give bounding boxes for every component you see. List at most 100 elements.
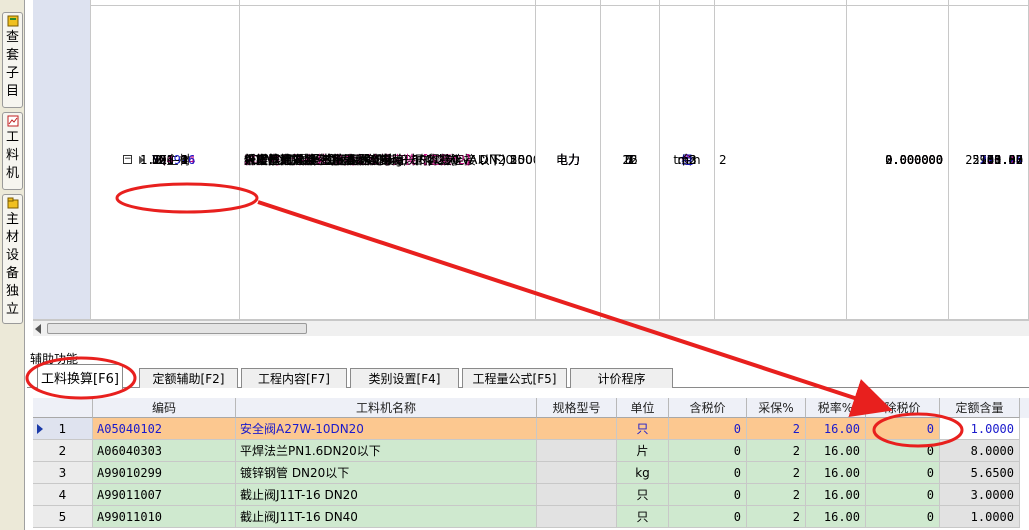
rownum[interactable]: 4 (33, 484, 93, 506)
tax-rate-cell[interactable]: 16.00 (806, 506, 866, 528)
ex-tax-price-cell[interactable]: 0 (866, 440, 940, 462)
name-cell[interactable]: 平焊法兰PN1.6DN20以下 (236, 440, 537, 462)
fee-cell[interactable] (536, 0, 601, 320)
quota-qty-cell[interactable]: 8.0000 (940, 440, 1020, 462)
quota-qty-cell[interactable]: 1.0000 (940, 418, 1020, 440)
rownum[interactable]: 1 (33, 418, 93, 440)
tax-rate-cell[interactable]: 16.00 (806, 418, 866, 440)
name-cell[interactable]: 安全阀A27W-10DN20 (236, 418, 537, 440)
tab-work-content[interactable]: 工程内容[F7] (241, 368, 347, 388)
spec-cell[interactable] (537, 462, 617, 484)
unit-cell[interactable]: 只 (617, 506, 669, 528)
rownum-text: 1 (58, 421, 67, 436)
quota-qty-cell[interactable]: 3.0000 (940, 484, 1020, 506)
folder-icon (7, 197, 19, 209)
chart-icon (7, 115, 19, 127)
name-cell[interactable]: 截止阀J11T-16 DN40 (236, 506, 537, 528)
header-code[interactable]: 编码 (93, 398, 236, 418)
header-tax-rate[interactable]: 税率% (806, 398, 866, 418)
tax-price-cell[interactable]: 0 (669, 506, 747, 528)
tab-label: 定额辅助[F2] (152, 372, 225, 386)
code-cell[interactable]: −1.3 (91, 0, 240, 320)
tab-label: 计价程序 (597, 372, 646, 386)
side-tab-strip: 查套子目 工料机 主材设备独立 (0, 0, 25, 530)
count-cell[interactable]: 1 (601, 0, 660, 320)
tax-rate-cell[interactable]: 16.00 (806, 462, 866, 484)
tax-price-cell[interactable]: 0 (669, 484, 747, 506)
tax-price-cell[interactable]: 0 (669, 462, 747, 484)
rownum[interactable]: 5 (33, 506, 93, 528)
name-cell[interactable]: 镀锌钢管 DN20以下 (236, 462, 537, 484)
table-row[interactable]: 4 A99011007 截止阀J11T-16 DN20 只 0 2 16.00 0 3.0000 (33, 484, 1029, 506)
horizontal-scrollbar[interactable] (33, 320, 1029, 336)
tab-quantity-formula[interactable]: 工程量公式[F5] (462, 368, 567, 388)
header-rownum (33, 398, 93, 418)
purchase-pct-cell[interactable]: 2 (747, 462, 806, 484)
name-cell[interactable]: 采暖、通风及空调 (240, 0, 536, 320)
purchase-pct-cell[interactable]: 2 (747, 484, 806, 506)
purchase-pct-cell[interactable]: 2 (747, 440, 806, 462)
qty-cell[interactable]: 0.000000 (847, 0, 949, 320)
side-tab-main-equipment[interactable]: 主材设备独立 (2, 194, 23, 324)
code-cell[interactable]: A06040303 (93, 440, 236, 462)
code-cell[interactable]: A99011010 (93, 506, 236, 528)
spec-cell[interactable] (537, 506, 617, 528)
tab-quota-assist[interactable]: 定额辅助[F2] (139, 368, 238, 388)
header-spec[interactable]: 规格型号 (537, 398, 617, 418)
ex-tax-price-cell[interactable]: 0 (866, 484, 940, 506)
header-tax-price[interactable]: 含税价 (669, 398, 747, 418)
spec-cell[interactable] (537, 440, 617, 462)
table-row[interactable]: 1 A05040102 安全阀A27W-10DN20 只 0 2 16.00 0 1.0000 (33, 418, 1029, 440)
spec-cell[interactable] (537, 418, 617, 440)
header-name[interactable]: 工料机名称 (236, 398, 537, 418)
book-icon (7, 15, 19, 27)
header-unit[interactable]: 单位 (617, 398, 669, 418)
spec-cell[interactable] (537, 484, 617, 506)
tab-labor-material-conversion[interactable]: 工料换算[F6] (37, 364, 123, 389)
scroll-left-icon[interactable] (35, 324, 41, 334)
header-purchase-pct[interactable]: 采保% (747, 398, 806, 418)
unit-cell[interactable] (660, 0, 715, 320)
unit-cell[interactable]: kg (617, 462, 669, 484)
code-cell[interactable]: A99010299 (93, 462, 236, 484)
rownum[interactable] (33, 0, 91, 320)
side-tab-labor-materials[interactable]: 工料机 (2, 112, 23, 190)
ex-tax-price-cell[interactable]: 0 (866, 418, 940, 440)
current-row-marker-icon (37, 423, 43, 434)
header-quota-qty[interactable]: 定额含量 (940, 398, 1020, 418)
side-tab-search-items[interactable]: 查套子目 (2, 12, 23, 108)
rownum[interactable]: 3 (33, 462, 93, 484)
tab-category-settings[interactable]: 类别设置[F4] (350, 368, 459, 388)
purchase-pct-cell[interactable]: 2 (747, 418, 806, 440)
header-ex-tax-price[interactable]: 除税价 (866, 398, 940, 418)
name-cell[interactable]: 截止阀J11T-16 DN20 (236, 484, 537, 506)
unit-cell[interactable]: 只 (617, 484, 669, 506)
tab-label: 类别设置[F4] (368, 372, 441, 386)
table-row[interactable] (33, 302, 1029, 320)
code-cell[interactable]: A99011007 (93, 484, 236, 506)
scrollbar-thumb[interactable] (47, 323, 307, 334)
tax-rate-cell[interactable]: 16.00 (806, 440, 866, 462)
tax-price-cell[interactable]: 0 (669, 440, 747, 462)
table-row[interactable]: 3 A99010299 镀锌钢管 DN20以下 kg 0 2 16.00 0 5.6500 (33, 462, 1029, 484)
purchase-pct-cell[interactable]: 2 (747, 506, 806, 528)
rownum[interactable]: 2 (33, 440, 93, 462)
table-row[interactable]: 5 A99011010 截止阀J11T-16 DN40 只 0 2 16.00 0 1.0000 (33, 506, 1029, 528)
price-cell[interactable]: 0.00 (949, 0, 1029, 320)
ex-tax-price-cell[interactable]: 0 (866, 462, 940, 484)
labor-material-table: 编码 工料机名称 规格型号 单位 含税价 采保% 税率% 除税价 定额含量 1 A… (33, 398, 1029, 530)
quota-qty-cell[interactable]: 1.0000 (940, 506, 1020, 528)
quota-qty-cell[interactable]: 5.6500 (940, 462, 1020, 484)
tab-pricing-program[interactable]: 计价程序 (570, 368, 673, 388)
code-cell[interactable]: A05040102 (93, 418, 236, 440)
ex-tax-price-cell[interactable]: 0 (866, 506, 940, 528)
qty-expr-cell[interactable] (715, 0, 847, 320)
tax-price-cell[interactable]: 0 (669, 418, 747, 440)
table-row[interactable]: 2 A06040303 平焊法兰PN1.6DN20以下片 0 2 16.00 0 8.0000 (33, 440, 1029, 462)
unit-cell[interactable]: 片 (617, 440, 669, 462)
side-tab-search-items-label: 查套子目 (5, 30, 19, 99)
tab-label: 工程内容[F7] (258, 372, 330, 386)
unit-cell[interactable]: 只 (617, 418, 669, 440)
collapse-icon[interactable]: − (123, 155, 132, 164)
tax-rate-cell[interactable]: 16.00 (806, 484, 866, 506)
